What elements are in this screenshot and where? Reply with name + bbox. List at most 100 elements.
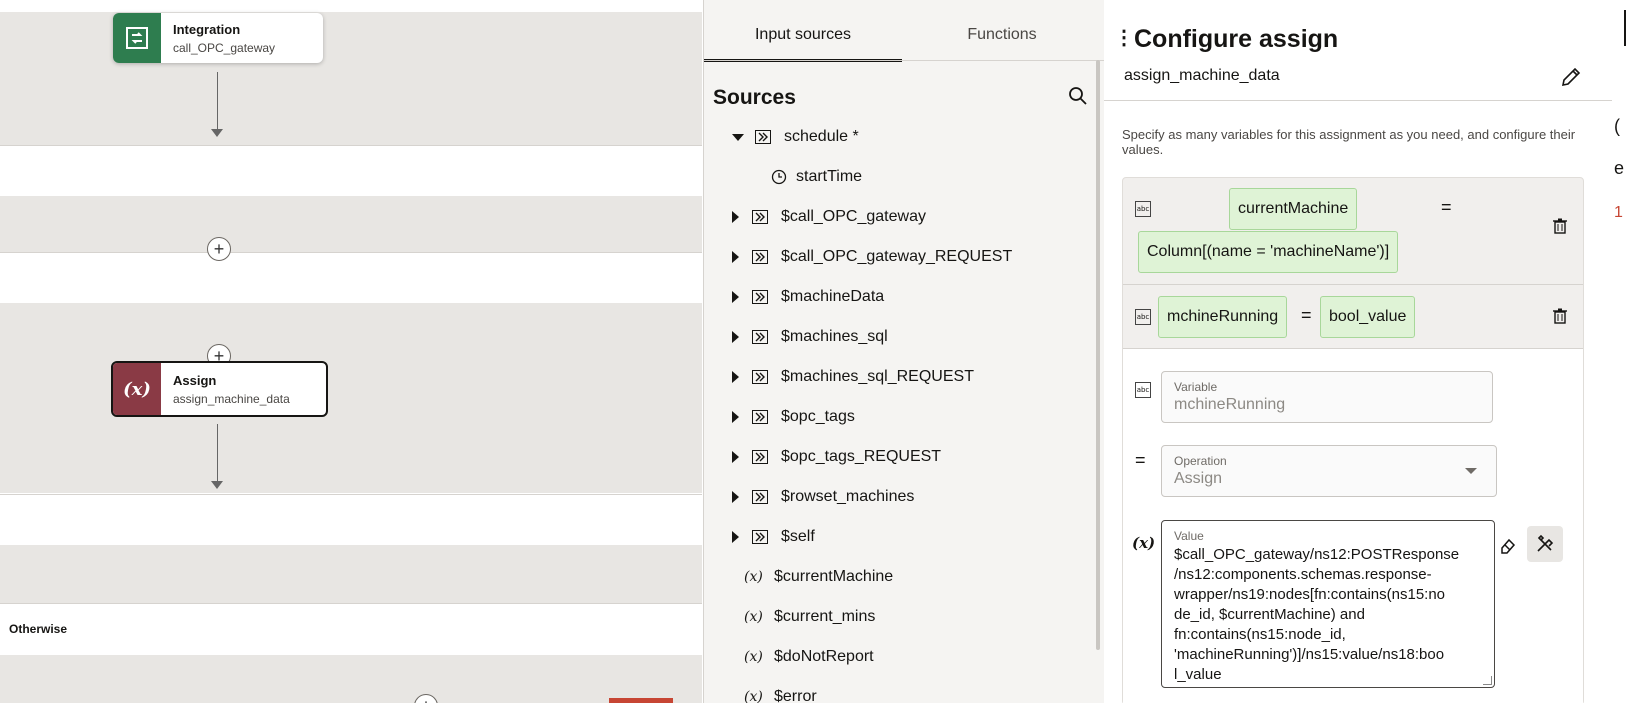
tab-label: Input sources bbox=[754, 26, 852, 43]
configure-assign-panel: ⋮ Configure assign assign_machine_data S… bbox=[1104, 0, 1626, 703]
value-line: wrapper/ns19:nodes[fn:contains(ns15:no bbox=[1174, 586, 1446, 603]
assign-node[interactable]: (x) Assign assign_machine_data bbox=[111, 361, 328, 417]
tree-item[interactable]: (x) $error bbox=[744, 685, 817, 703]
object-icon bbox=[751, 209, 769, 225]
clock-icon bbox=[770, 169, 788, 185]
variable-icon: (x) bbox=[744, 649, 763, 665]
value-chip[interactable]: Column[(name = 'machineName')] bbox=[1138, 231, 1399, 273]
operation-select[interactable]: Operation Assign bbox=[1161, 445, 1497, 497]
tree-item[interactable]: $call_OPC_gateway bbox=[732, 205, 926, 229]
flow-canvas[interactable]: Otherwise Integration call_OPC_gateway +… bbox=[0, 0, 702, 703]
value-chip[interactable]: bool_value bbox=[1320, 296, 1416, 338]
more-options-icon[interactable]: ⋮ bbox=[1114, 28, 1134, 48]
tree-item-label: $machineData bbox=[781, 288, 885, 305]
assignment-row[interactable]: abc currentMachine = Column[(name = 'mac… bbox=[1123, 178, 1583, 284]
connector-arrow bbox=[211, 129, 223, 137]
tree-item[interactable]: $opc_tags bbox=[732, 405, 855, 429]
edit-pencil-icon[interactable] bbox=[1560, 66, 1582, 93]
delete-icon[interactable] bbox=[1553, 218, 1567, 239]
canvas-band bbox=[0, 655, 702, 703]
canvas-lane bbox=[0, 252, 702, 304]
value-line: l_value bbox=[1174, 666, 1222, 683]
string-type-icon: abc bbox=[1135, 201, 1151, 217]
caret-right-icon[interactable] bbox=[732, 411, 739, 423]
sources-title: Sources bbox=[713, 86, 796, 109]
tools-icon bbox=[1537, 534, 1554, 552]
tree-item[interactable]: $call_OPC_gateway_REQUEST bbox=[732, 245, 1012, 269]
object-icon bbox=[751, 409, 769, 425]
expression-builder-button[interactable] bbox=[1527, 526, 1563, 562]
tree-item[interactable]: $rowset_machines bbox=[732, 485, 914, 509]
tab-input-sources[interactable]: Input sources bbox=[704, 14, 902, 62]
caret-right-icon[interactable] bbox=[732, 251, 739, 263]
variable-field-label: Variable bbox=[1174, 380, 1218, 394]
tree-item[interactable]: (x) $doNotReport bbox=[744, 645, 874, 669]
tree-item[interactable]: $opc_tags_REQUEST bbox=[732, 445, 941, 469]
canvas-band bbox=[0, 545, 702, 603]
value-line: 'machineRunning')]/ns15:value/ns18:boo bbox=[1174, 646, 1445, 663]
otherwise-label: Otherwise bbox=[9, 622, 68, 636]
caret-right-icon[interactable] bbox=[732, 371, 739, 383]
eraser-icon[interactable] bbox=[1499, 536, 1517, 559]
string-type-icon: abc bbox=[1135, 309, 1151, 325]
variable-field[interactable]: Variable mchineRunning bbox=[1161, 371, 1493, 423]
caret-right-icon[interactable] bbox=[732, 211, 739, 223]
tab-functions[interactable]: Functions bbox=[902, 14, 1102, 60]
tree-item-label: $current_mins bbox=[774, 608, 876, 625]
tree-item-label: $call_OPC_gateway bbox=[781, 208, 926, 225]
scrollbar[interactable] bbox=[1096, 60, 1100, 650]
caret-down-icon[interactable] bbox=[732, 133, 744, 141]
integration-node-subtitle: call_OPC_gateway bbox=[173, 40, 276, 55]
value-line: fn:contains(ns15:node_id, bbox=[1174, 626, 1346, 643]
tree-item[interactable]: $machineData bbox=[732, 285, 884, 309]
caret-right-icon[interactable] bbox=[732, 291, 739, 303]
variable-chip[interactable]: mchineRunning bbox=[1158, 296, 1288, 338]
assignment-row[interactable]: abc mchineRunning = bool_value bbox=[1123, 285, 1583, 348]
operation-field-label: Operation bbox=[1174, 454, 1227, 468]
chevron-down-icon bbox=[1465, 468, 1477, 474]
tree-item[interactable]: $machines_sql bbox=[732, 325, 888, 349]
tab-label: Functions bbox=[967, 26, 1037, 43]
edge-glyph: 1 bbox=[1614, 204, 1623, 221]
tree-item-label: schedule * bbox=[784, 128, 859, 145]
value-line: $call_OPC_gateway/ns12:POSTResponse bbox=[1174, 546, 1460, 563]
variable-chip[interactable]: currentMachine bbox=[1229, 188, 1358, 230]
integration-node[interactable]: Integration call_OPC_gateway bbox=[113, 13, 323, 63]
add-step-button[interactable]: + bbox=[207, 237, 231, 261]
equals-sign: = bbox=[1135, 450, 1146, 470]
value-line: de_id, $currentMachine) and bbox=[1174, 606, 1365, 623]
operation-field-value: Assign bbox=[1174, 470, 1223, 487]
object-icon bbox=[751, 329, 769, 345]
equals-sign: = bbox=[1301, 305, 1312, 325]
delete-icon[interactable] bbox=[1553, 308, 1567, 329]
caret-right-icon[interactable] bbox=[732, 531, 739, 543]
value-field-label: Value bbox=[1174, 529, 1204, 543]
assign-icon: (x) bbox=[113, 363, 161, 415]
caret-right-icon[interactable] bbox=[732, 451, 739, 463]
expression-icon: (x) bbox=[1132, 534, 1156, 552]
canvas-band bbox=[0, 196, 702, 252]
variable-icon: (x) bbox=[744, 689, 763, 703]
caret-right-icon[interactable] bbox=[732, 331, 739, 343]
value-textarea[interactable]: Value $call_OPC_gateway/ns12:POSTRespons… bbox=[1161, 520, 1495, 688]
assignments-card: abc currentMachine = Column[(name = 'mac… bbox=[1122, 177, 1584, 703]
tree-item-label: $opc_tags_REQUEST bbox=[781, 448, 942, 465]
tree-item[interactable]: $machines_sql_REQUEST bbox=[732, 365, 974, 389]
tree-item[interactable]: schedule * bbox=[732, 125, 859, 149]
connector-line bbox=[217, 424, 218, 484]
object-icon bbox=[754, 129, 772, 145]
resize-handle[interactable] bbox=[1483, 676, 1492, 685]
integration-icon bbox=[113, 13, 161, 63]
tree-item[interactable]: $self bbox=[732, 525, 815, 549]
search-icon[interactable] bbox=[1068, 86, 1088, 111]
connector-arrow bbox=[211, 481, 223, 489]
tree-item-label: startTime bbox=[796, 168, 863, 185]
caret-right-icon[interactable] bbox=[732, 491, 739, 503]
tree-item-label: $machines_sql_REQUEST bbox=[781, 368, 974, 385]
variable-icon: (x) bbox=[744, 609, 763, 625]
canvas-band bbox=[0, 303, 702, 493]
tree-item[interactable]: (x) $current_mins bbox=[744, 605, 875, 629]
tree-item[interactable]: startTime bbox=[770, 165, 862, 189]
tree-item[interactable]: (x) $currentMachine bbox=[744, 565, 893, 589]
tree-item-label: $call_OPC_gateway_REQUEST bbox=[781, 248, 1013, 265]
